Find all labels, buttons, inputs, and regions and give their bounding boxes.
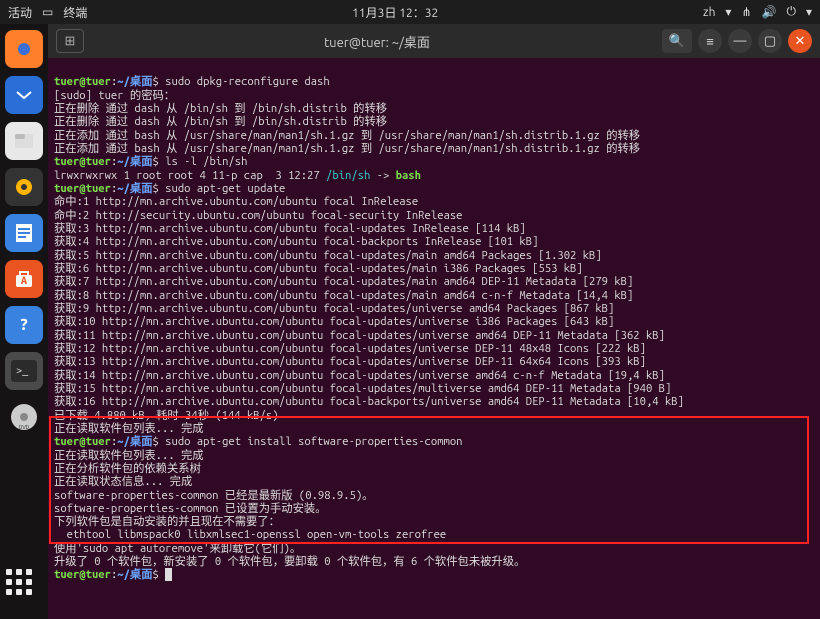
output-line: 获取:7 http://mn.archive.ubuntu.com/ubuntu… — [54, 275, 633, 288]
prompt-user: tuer@tuer — [54, 182, 111, 195]
output-line: 获取:3 http://mn.archive.ubuntu.com/ubuntu… — [54, 222, 526, 235]
output-line: 正在读取软件包列表... 完成 — [54, 449, 204, 462]
volume-icon[interactable]: 🔊 — [762, 5, 777, 19]
output-line: 正在添加 通过 bash 从 /usr/share/man/man1/sh.1.… — [54, 142, 640, 155]
prompt-path: ~/桌面 — [117, 182, 152, 195]
prompt-path: ~/桌面 — [117, 155, 152, 168]
cmd: sudo dpkg-reconfigure dash — [165, 75, 329, 88]
prompt-path: ~/桌面 — [117, 75, 152, 88]
ubuntu-dock: A ? >_ DVD — [0, 24, 48, 619]
output-line: ethtool libmspack0 libxmlsec1-openssl op… — [54, 528, 446, 541]
terminal-cursor — [165, 568, 172, 581]
output-line: 获取:10 http://mn.archive.ubuntu.com/ubunt… — [54, 315, 614, 328]
output-line: 使用'sudo apt autoremove'来卸载它(它们)。 — [54, 542, 301, 555]
app-name: 终端 — [63, 4, 87, 21]
window-title: tuer@tuer: ~/桌面 — [92, 32, 662, 51]
cmd: sudo apt-get install software-properties… — [165, 435, 462, 448]
output-line: 正在分析软件包的依赖关系树 — [54, 462, 201, 475]
terminal-dock-icon[interactable]: >_ — [5, 352, 43, 390]
cmd: sudo apt-get update — [165, 182, 285, 195]
prompt-user: tuer@tuer — [54, 155, 111, 168]
help-icon[interactable]: ? — [5, 306, 43, 344]
output-line: 获取:9 http://mn.archive.ubuntu.com/ubuntu… — [54, 302, 614, 315]
output-line: software-properties-common 已设置为手动安装。 — [54, 502, 326, 515]
search-button[interactable]: 🔍 — [662, 29, 692, 53]
prompt-path: ~/桌面 — [117, 568, 152, 581]
output-line: 获取:6 http://mn.archive.ubuntu.com/ubuntu… — [54, 262, 583, 275]
window-titlebar: ⊞ tuer@tuer: ~/桌面 🔍 ≡ — ▢ ✕ — [48, 24, 820, 58]
arrow: -> — [370, 169, 395, 182]
prompt-path: ~/桌面 — [117, 435, 152, 448]
symlink-name: /bin/sh — [326, 169, 370, 182]
output-line: 正在删除 通过 dash 从 /bin/sh 到 /bin/sh.distrib… — [54, 102, 387, 115]
prompt-dollar: $ — [153, 435, 166, 448]
show-applications-button[interactable] — [6, 569, 42, 605]
output-line: software-properties-common 已经是最新版 (0.98.… — [54, 489, 373, 502]
activities-button[interactable]: 活动 — [8, 4, 32, 21]
output-line: 获取:8 http://mn.archive.ubuntu.com/ubuntu… — [54, 289, 633, 302]
output-line: 获取:5 http://mn.archive.ubuntu.com/ubuntu… — [54, 249, 602, 262]
cmd: ls -l /bin/sh — [165, 155, 247, 168]
output-line: [sudo] tuer 的密码： — [54, 89, 175, 102]
prompt-user: tuer@tuer — [54, 75, 111, 88]
network-icon[interactable]: ⋔ — [741, 5, 751, 19]
svg-text:>_: >_ — [16, 365, 29, 377]
prompt-dollar: $ — [153, 75, 166, 88]
maximize-button[interactable]: ▢ — [758, 29, 782, 53]
gnome-topbar: 活动 ▭ 终端 11月3日 12：32 zh ▾ ⋔ 🔊 ⏻ ▾ — [0, 0, 820, 24]
svg-text:A: A — [21, 275, 28, 287]
symlink-target: bash — [396, 169, 421, 182]
ubuntu-software-icon[interactable]: A — [5, 260, 43, 298]
dvd-icon[interactable]: DVD — [5, 398, 43, 436]
output-line: 命中:1 http://mn.archive.ubuntu.com/ubuntu… — [54, 195, 418, 208]
svg-text:DVD: DVD — [19, 424, 30, 431]
terminal-window: ⊞ tuer@tuer: ~/桌面 🔍 ≡ — ▢ ✕ tuer@tuer:~/… — [48, 24, 820, 619]
power-icon[interactable]: ⏻ — [786, 5, 796, 19]
prompt-user: tuer@tuer — [54, 435, 111, 448]
output-line: 获取:16 http://mn.archive.ubuntu.com/ubunt… — [54, 395, 684, 408]
input-method[interactable]: zh — [703, 6, 715, 19]
thunderbird-icon[interactable] — [5, 76, 43, 114]
close-button[interactable]: ✕ — [788, 29, 812, 53]
chevron-down-icon: ▾ — [725, 5, 731, 19]
libreoffice-writer-icon[interactable] — [5, 214, 43, 252]
output-line: 获取:12 http://mn.archive.ubuntu.com/ubunt… — [54, 342, 646, 355]
output-line: 获取:11 http://mn.archive.ubuntu.com/ubunt… — [54, 329, 665, 342]
terminal-content[interactable]: tuer@tuer:~/桌面$ sudo dpkg-reconfigure da… — [48, 58, 820, 619]
hamburger-menu-button[interactable]: ≡ — [698, 29, 722, 53]
chevron-down-icon: ▾ — [806, 5, 812, 19]
terminal-icon: ▭ — [42, 5, 53, 19]
output-line: 正在读取软件包列表... 完成 — [54, 422, 204, 435]
output-line: 升级了 0 个软件包，新安装了 0 个软件包，要卸载 0 个软件包，有 6 个软… — [54, 555, 525, 568]
prompt-user: tuer@tuer — [54, 568, 111, 581]
output-line: 已下载 4.880 kB，耗时 34秒 (144 kB/s) — [54, 409, 279, 422]
prompt-dollar: $ — [153, 182, 166, 195]
output-line: 下列软件包是自动安装的并且现在不需要了： — [54, 515, 280, 528]
svg-text:?: ? — [20, 316, 29, 334]
output-line: 正在删除 通过 dash 从 /bin/sh 到 /bin/sh.distrib… — [54, 115, 387, 128]
output-line: 获取:14 http://mn.archive.ubuntu.com/ubunt… — [54, 369, 665, 382]
prompt-dollar: $ — [153, 568, 166, 581]
ls-perms: lrwxrwxrwx 1 root root 4 11-p cap 3 12:2… — [54, 169, 326, 182]
new-tab-button[interactable]: ⊞ — [56, 29, 84, 53]
clock[interactable]: 11月3日 12：32 — [87, 4, 703, 21]
output-line: 正在添加 通过 bash 从 /usr/share/man/man1/sh.1.… — [54, 129, 640, 142]
output-line: 正在读取状态信息... 完成 — [54, 475, 192, 488]
output-line: 获取:4 http://mn.archive.ubuntu.com/ubuntu… — [54, 235, 538, 248]
minimize-button[interactable]: — — [728, 29, 752, 53]
firefox-icon[interactable] — [5, 30, 43, 68]
rhythmbox-icon[interactable] — [5, 168, 43, 206]
output-line: 获取:15 http://mn.archive.ubuntu.com/ubunt… — [54, 382, 671, 395]
prompt-dollar: $ — [153, 155, 166, 168]
files-icon[interactable] — [5, 122, 43, 160]
output-line: 获取:13 http://mn.archive.ubuntu.com/ubunt… — [54, 355, 646, 368]
output-line: 命中:2 http://security.ubuntu.com/ubuntu f… — [54, 209, 463, 222]
